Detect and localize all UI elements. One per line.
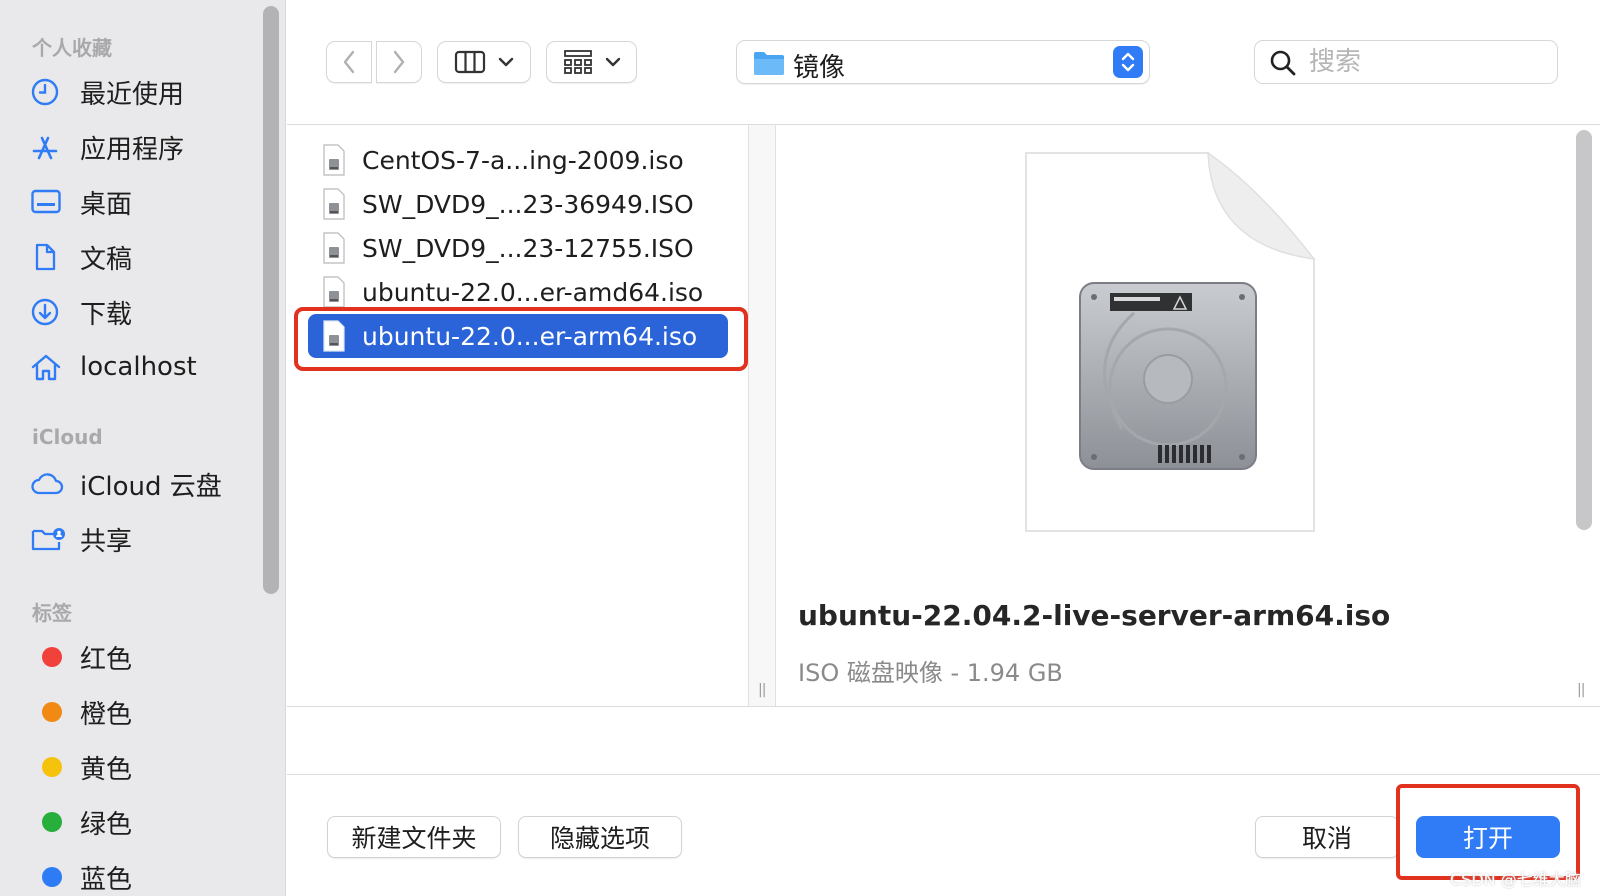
forward-button[interactable]	[376, 41, 422, 83]
sidebar-item-label: 最近使用	[80, 79, 185, 110]
apps-icon	[30, 129, 70, 165]
tag-color-dot	[42, 867, 62, 887]
search-field[interactable]	[1254, 40, 1558, 84]
cloud-icon	[30, 466, 70, 502]
column-resize-handle[interactable]: ||	[748, 125, 776, 706]
preview-pane: ubuntu-22.04.2-live-server-arm64.iso ISO…	[776, 125, 1570, 706]
sidebar-item-label: 绿色	[80, 809, 133, 840]
sidebar-item-desktop[interactable]: 桌面	[30, 180, 256, 224]
file-row[interactable]: CentOS-7-a...ing-2009.iso	[308, 138, 728, 182]
tag-color-dot	[42, 757, 62, 777]
sidebar-item-shared[interactable]: 共享	[30, 517, 256, 561]
sidebar-item-label: 文稿	[80, 244, 133, 275]
download-icon	[30, 294, 70, 330]
location-popup[interactable]: 镜像	[736, 40, 1150, 84]
disk-image-preview-icon	[1025, 151, 1316, 532]
sidebar-item-applications[interactable]: 应用程序	[30, 125, 256, 169]
chevron-down-icon	[498, 57, 514, 67]
columns-view-icon	[454, 50, 486, 74]
file-name: SW_DVD9_...23-36949.ISO	[362, 189, 694, 219]
watermark: CSDN @七维大脑	[1450, 870, 1581, 889]
footer-divider	[287, 774, 1600, 775]
chevron-right-icon	[393, 50, 405, 74]
sidebar: 个人收藏 最近使用 应用程序 桌面 文稿 下载 localhost iCloud…	[0, 0, 286, 896]
home-icon	[30, 349, 70, 385]
sidebar-item-label: 红色	[80, 644, 133, 675]
sidebar-item-label: 蓝色	[80, 864, 133, 895]
sidebar-item-recents[interactable]: 最近使用	[30, 70, 256, 114]
sidebar-item-label: localhost	[80, 352, 197, 382]
cancel-button[interactable]: 取消	[1255, 816, 1399, 858]
search-icon	[1270, 50, 1296, 76]
shared-folder-icon	[30, 521, 70, 557]
sidebar-item-label: 桌面	[80, 189, 133, 220]
sidebar-item-label: iCloud 云盘	[80, 471, 222, 502]
sidebar-tag-orange[interactable]: 橙色	[30, 690, 256, 734]
chevron-down-icon	[605, 57, 620, 67]
popup-stepper-icon	[1113, 46, 1143, 78]
location-label: 镜像	[793, 53, 846, 83]
sidebar-item-icloud-drive[interactable]: iCloud 云盘	[30, 462, 256, 506]
clock-icon	[30, 74, 70, 110]
new-folder-button[interactable]: 新建文件夹	[327, 816, 501, 858]
sidebar-item-label: 共享	[80, 526, 133, 557]
browser-bottom-divider	[287, 706, 1600, 707]
file-name: CentOS-7-a...ing-2009.iso	[362, 145, 684, 175]
desktop-icon	[30, 184, 70, 220]
tag-color-dot	[42, 702, 62, 722]
sidebar-tag-green[interactable]: 绿色	[30, 800, 256, 844]
sidebar-item-documents[interactable]: 文稿	[30, 235, 256, 279]
selected-file-highlight	[294, 307, 748, 371]
group-by-button[interactable]	[546, 41, 637, 83]
file-row[interactable]: SW_DVD9_...23-12755.ISO	[308, 226, 728, 270]
folder-icon	[754, 52, 784, 75]
document-icon	[30, 239, 70, 275]
sidebar-scrollbar[interactable]	[263, 6, 279, 594]
sidebar-item-home[interactable]: localhost	[30, 345, 256, 389]
resize-grip-icon: ||	[758, 682, 767, 698]
view-mode-button[interactable]	[437, 41, 531, 83]
disk-image-file-icon	[323, 232, 345, 264]
sidebar-item-label: 黄色	[80, 754, 133, 785]
tags-section-title: 标签	[32, 601, 72, 625]
file-name: ubuntu-22.0...er-amd64.iso	[362, 277, 704, 307]
preview-file-info: ISO 磁盘映像 - 1.94 GB	[798, 659, 1063, 687]
disk-image-file-icon	[323, 144, 345, 176]
chevron-left-icon	[343, 50, 355, 74]
disk-image-file-icon	[323, 276, 345, 308]
sidebar-item-label: 应用程序	[80, 134, 185, 165]
sidebar-item-downloads[interactable]: 下载	[30, 290, 256, 334]
grid-icon	[563, 50, 592, 74]
sidebar-tag-blue[interactable]: 蓝色	[30, 855, 256, 896]
favorites-section-title: 个人收藏	[32, 36, 112, 60]
icloud-section-title: iCloud	[32, 425, 103, 449]
file-row[interactable]: SW_DVD9_...23-36949.ISO	[308, 182, 728, 226]
preview-scrollbar[interactable]	[1576, 130, 1592, 530]
tag-color-dot	[42, 812, 62, 832]
tag-color-dot	[42, 647, 62, 667]
sidebar-item-label: 橙色	[80, 699, 133, 730]
hide-options-button[interactable]: 隐藏选项	[518, 816, 682, 858]
sidebar-tag-yellow[interactable]: 黄色	[30, 745, 256, 789]
disk-image-file-icon	[323, 188, 345, 220]
resize-grip-icon[interactable]: ||	[1577, 682, 1586, 698]
sidebar-item-label: 下载	[80, 299, 133, 330]
back-button[interactable]	[326, 41, 372, 83]
sidebar-tag-red[interactable]: 红色	[30, 635, 256, 679]
search-input[interactable]	[1309, 45, 1549, 79]
preview-filename: ubuntu-22.04.2-live-server-arm64.iso	[798, 599, 1391, 632]
file-name: SW_DVD9_...23-12755.ISO	[362, 233, 694, 263]
